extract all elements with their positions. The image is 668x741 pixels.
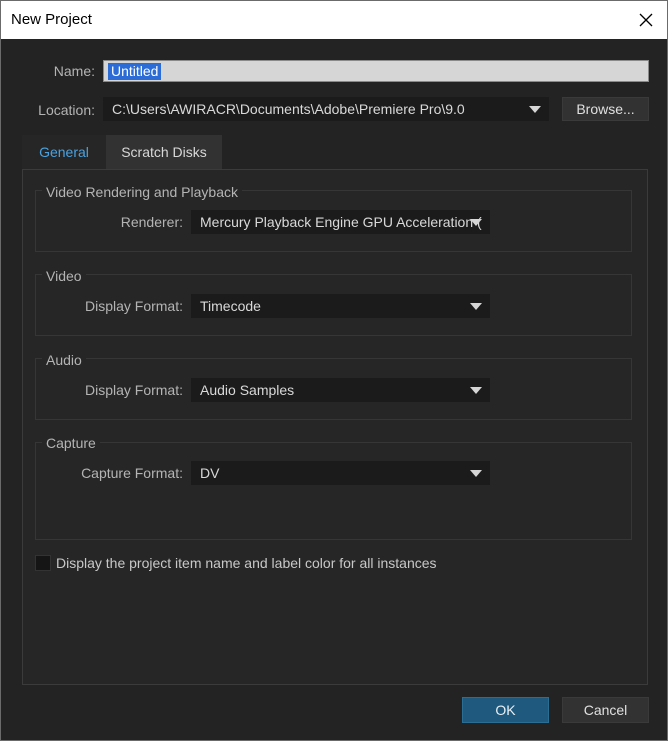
audio-display-format-value: Audio Samples (200, 382, 295, 398)
renderer-value: Mercury Playback Engine GPU Acceleration… (200, 214, 482, 230)
tab-general[interactable]: General (22, 135, 106, 169)
title-bar: New Project (1, 1, 667, 39)
chevron-down-icon (470, 470, 482, 477)
video-display-format-label: Display Format: (84, 298, 183, 314)
chevron-down-icon (529, 106, 541, 113)
chevron-down-icon (470, 219, 482, 226)
location-label: Location: (38, 102, 95, 118)
window-title: New Project (11, 11, 92, 28)
name-label: Name: (53, 63, 95, 79)
capture-format-dropdown[interactable]: DV (191, 461, 490, 485)
audio-display-format-label: Display Format: (84, 382, 183, 398)
group-title-capture: Capture (42, 435, 100, 451)
label-color-checkbox[interactable] (35, 555, 51, 571)
video-display-format-dropdown[interactable]: Timecode (191, 294, 490, 318)
renderer-dropdown[interactable]: Mercury Playback Engine GPU Acceleration… (191, 210, 490, 234)
group-title-video: Video (42, 268, 86, 284)
renderer-label: Renderer: (120, 214, 183, 230)
group-capture (35, 442, 632, 540)
label-color-checkbox-label: Display the project item name and label … (56, 555, 437, 571)
location-dropdown[interactable]: C:\Users\AWIRACR\Documents\Adobe\Premier… (103, 97, 549, 121)
browse-button[interactable]: Browse... (562, 97, 649, 121)
new-project-dialog: New Project Name: Untitled Location: C:\… (0, 0, 668, 741)
chevron-down-icon (470, 303, 482, 310)
ok-button[interactable]: OK (462, 697, 549, 723)
name-input[interactable]: Untitled (103, 60, 649, 82)
chevron-down-icon (470, 387, 482, 394)
tab-scratch-disks[interactable]: Scratch Disks (106, 135, 222, 169)
location-value: C:\Users\AWIRACR\Documents\Adobe\Premier… (112, 101, 465, 117)
group-title-video-rendering: Video Rendering and Playback (42, 184, 242, 200)
capture-format-value: DV (200, 465, 220, 481)
group-title-audio: Audio (42, 352, 86, 368)
cancel-button[interactable]: Cancel (562, 697, 649, 723)
audio-display-format-dropdown[interactable]: Audio Samples (191, 378, 490, 402)
video-display-format-value: Timecode (200, 298, 261, 314)
capture-format-label: Capture Format: (81, 465, 183, 481)
close-button[interactable] (633, 7, 659, 33)
name-input-value: Untitled (108, 63, 162, 80)
close-icon (639, 13, 653, 27)
